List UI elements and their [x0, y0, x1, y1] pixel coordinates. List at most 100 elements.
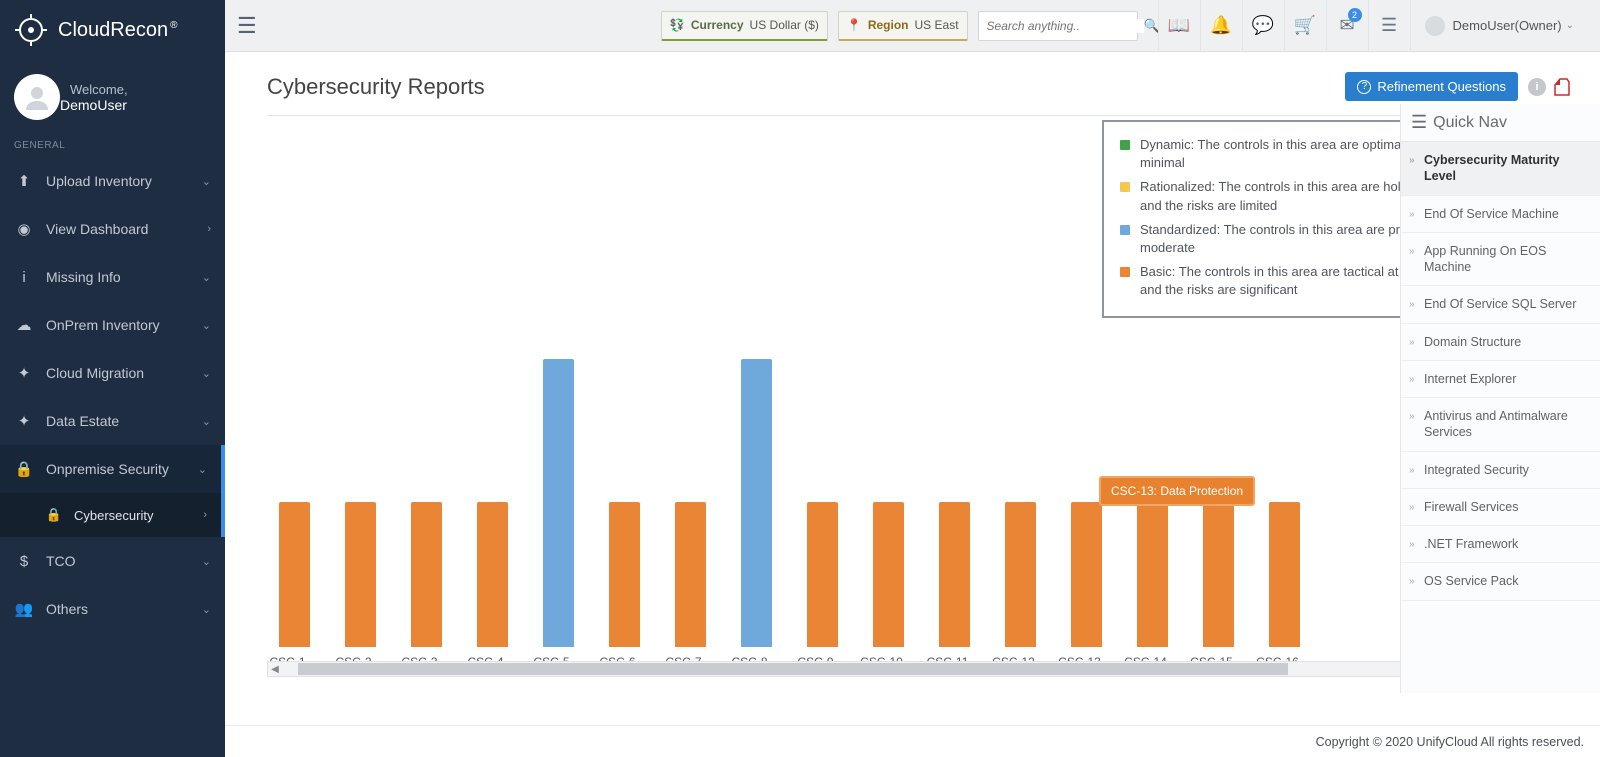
dollar-icon: $	[14, 553, 34, 570]
bar[interactable]	[345, 502, 376, 647]
scroll-left-icon[interactable]: ◀	[268, 662, 282, 676]
bar-column[interactable]: CSC-1	[279, 502, 310, 647]
bar-column[interactable]: CSC-12	[1005, 502, 1036, 647]
bar[interactable]	[279, 502, 310, 647]
profile-block[interactable]: Welcome, DemoUser	[0, 60, 225, 134]
bar[interactable]	[807, 502, 838, 647]
bar-column[interactable]: CSC-16	[1269, 502, 1300, 647]
quicknav-item[interactable]: »OS Service Pack	[1401, 563, 1600, 600]
double-chevron-icon: »	[1409, 575, 1420, 588]
bar[interactable]	[411, 502, 442, 647]
sidebar-item-cloud-migration[interactable]: ✦Cloud Migration⌄	[0, 349, 225, 397]
bar[interactable]	[609, 502, 640, 647]
sidebar-item-onpremise-security[interactable]: 🔒Onpremise Security⌄	[0, 445, 225, 493]
upload-icon: ⬆	[14, 172, 34, 190]
sidebar-item-onprem-inventory[interactable]: ☁OnPrem Inventory⌄	[0, 301, 225, 349]
brand-logo[interactable]: CloudRecon®	[0, 0, 225, 60]
quicknav-item[interactable]: »Cybersecurity Maturity Level	[1401, 142, 1600, 196]
menu-icon[interactable]: ☰	[1368, 0, 1410, 52]
menu-toggle-icon[interactable]: ☰	[237, 13, 257, 39]
sidebar-item-data-estate[interactable]: ✦Data Estate⌄	[0, 397, 225, 445]
sidebar-item-label: Cybersecurity	[74, 508, 153, 523]
scroll-thumb[interactable]	[298, 663, 1288, 675]
search-input[interactable]	[987, 19, 1144, 33]
bar[interactable]	[1071, 502, 1102, 647]
user-display-name: DemoUser(Owner)	[1453, 18, 1562, 33]
book-icon[interactable]: 📖	[1158, 0, 1200, 52]
bar-column[interactable]: CSC-2	[345, 502, 376, 647]
bar-column[interactable]: CSC-7	[675, 502, 706, 647]
bell-icon[interactable]: 🔔	[1200, 0, 1242, 52]
bar-column[interactable]: CSC-9	[807, 502, 838, 647]
bar[interactable]	[1005, 502, 1036, 647]
bar[interactable]	[939, 502, 970, 647]
bar[interactable]	[873, 502, 904, 647]
quicknav-label: End Of Service SQL Server	[1424, 296, 1576, 312]
chevron-down-icon: ⌄	[202, 415, 211, 428]
refinement-questions-button[interactable]: ?Refinement Questions	[1345, 72, 1518, 101]
cloud-icon: ☁	[14, 316, 34, 334]
double-chevron-icon: »	[1409, 245, 1420, 258]
double-chevron-icon: »	[1409, 501, 1420, 514]
chevron-down-icon: ⌄	[1566, 20, 1574, 31]
cart-icon[interactable]: 🛒	[1284, 0, 1326, 52]
chevron-down-icon: ⌄	[202, 175, 211, 188]
profile-welcome: Welcome,	[70, 82, 128, 97]
chat-icon[interactable]: 💬	[1242, 0, 1284, 52]
bar-column[interactable]: CSC-15	[1203, 502, 1234, 647]
bar-column[interactable]: CSC-8	[741, 359, 772, 647]
bar[interactable]	[543, 359, 574, 647]
bar-column[interactable]: CSC-14	[1137, 502, 1168, 647]
sidebar-subitem-cybersecurity[interactable]: 🔒Cybersecurity›	[0, 493, 225, 537]
quicknav-label: End Of Service Machine	[1424, 206, 1559, 222]
bar[interactable]	[675, 502, 706, 647]
sidebar-item-tco[interactable]: $TCO⌄	[0, 537, 225, 585]
quicknav-label: Domain Structure	[1424, 334, 1521, 350]
bar-column[interactable]: CSC-13	[1071, 502, 1102, 647]
quicknav-item[interactable]: »Domain Structure	[1401, 324, 1600, 361]
quicknav-item[interactable]: »Firewall Services	[1401, 489, 1600, 526]
bar-column[interactable]: CSC-6	[609, 502, 640, 647]
avatar-icon	[14, 74, 60, 120]
quicknav-item[interactable]: » App Running On EOS Machine	[1401, 233, 1600, 287]
quicknav-item[interactable]: » Antivirus and Antimalware Services	[1401, 398, 1600, 452]
search-box[interactable]: 🔍	[978, 11, 1138, 41]
mail-icon[interactable]: ✉2	[1326, 0, 1368, 52]
user-menu[interactable]: DemoUser(Owner) ⌄	[1410, 0, 1588, 52]
chart-scrollbar[interactable]: ◀ ▶	[267, 661, 1572, 677]
sidebar-item-view-dashboard[interactable]: ◉View Dashboard›	[0, 205, 225, 253]
help-info-icon[interactable]: i	[1528, 78, 1546, 96]
quicknav-label: App Running On EOS Machine	[1424, 243, 1590, 276]
question-icon: ?	[1357, 80, 1371, 94]
quicknav-item[interactable]: »Integrated Security	[1401, 452, 1600, 489]
quicknav-item[interactable]: »End Of Service Machine	[1401, 196, 1600, 233]
pdf-export-icon[interactable]	[1554, 78, 1572, 96]
bar[interactable]	[1203, 502, 1234, 647]
bar[interactable]	[477, 502, 508, 647]
bar-column[interactable]: CSC-5	[543, 359, 574, 647]
currency-selector[interactable]: 💱 Currency US Dollar ($)	[661, 11, 828, 41]
region-selector[interactable]: 📍 Region US East	[838, 11, 968, 41]
lock-icon: 🔒	[44, 507, 64, 523]
bar[interactable]	[741, 359, 772, 647]
quicknav-item[interactable]: »Internet Explorer	[1401, 361, 1600, 398]
chart-tooltip: CSC-13: Data Protection	[1099, 476, 1255, 506]
bar[interactable]	[1269, 502, 1300, 647]
sidebar-item-missing-info[interactable]: iMissing Info⌄	[0, 253, 225, 301]
region-label: Region	[868, 18, 909, 32]
bar-column[interactable]: CSC-11	[939, 502, 970, 647]
bar-column[interactable]: CSC-4	[477, 502, 508, 647]
quicknav-item[interactable]: ».NET Framework	[1401, 526, 1600, 563]
bar-column[interactable]: CSC-10	[873, 502, 904, 647]
users-icon: 👥	[14, 600, 34, 618]
double-chevron-icon: »	[1409, 410, 1420, 423]
sidebar-item-others[interactable]: 👥Others⌄	[0, 585, 225, 633]
sidebar-item-upload-inventory[interactable]: ⬆Upload Inventory⌄	[0, 157, 225, 205]
bar-column[interactable]: CSC-3	[411, 502, 442, 647]
bar[interactable]	[1137, 502, 1168, 647]
info-icon: i	[14, 269, 34, 286]
quicknav-item[interactable]: »End Of Service SQL Server	[1401, 286, 1600, 323]
compass-icon: ✦	[14, 412, 34, 430]
quicknav-label: Cybersecurity Maturity Level	[1424, 152, 1590, 185]
quicknav-label: Antivirus and Antimalware Services	[1424, 408, 1590, 441]
